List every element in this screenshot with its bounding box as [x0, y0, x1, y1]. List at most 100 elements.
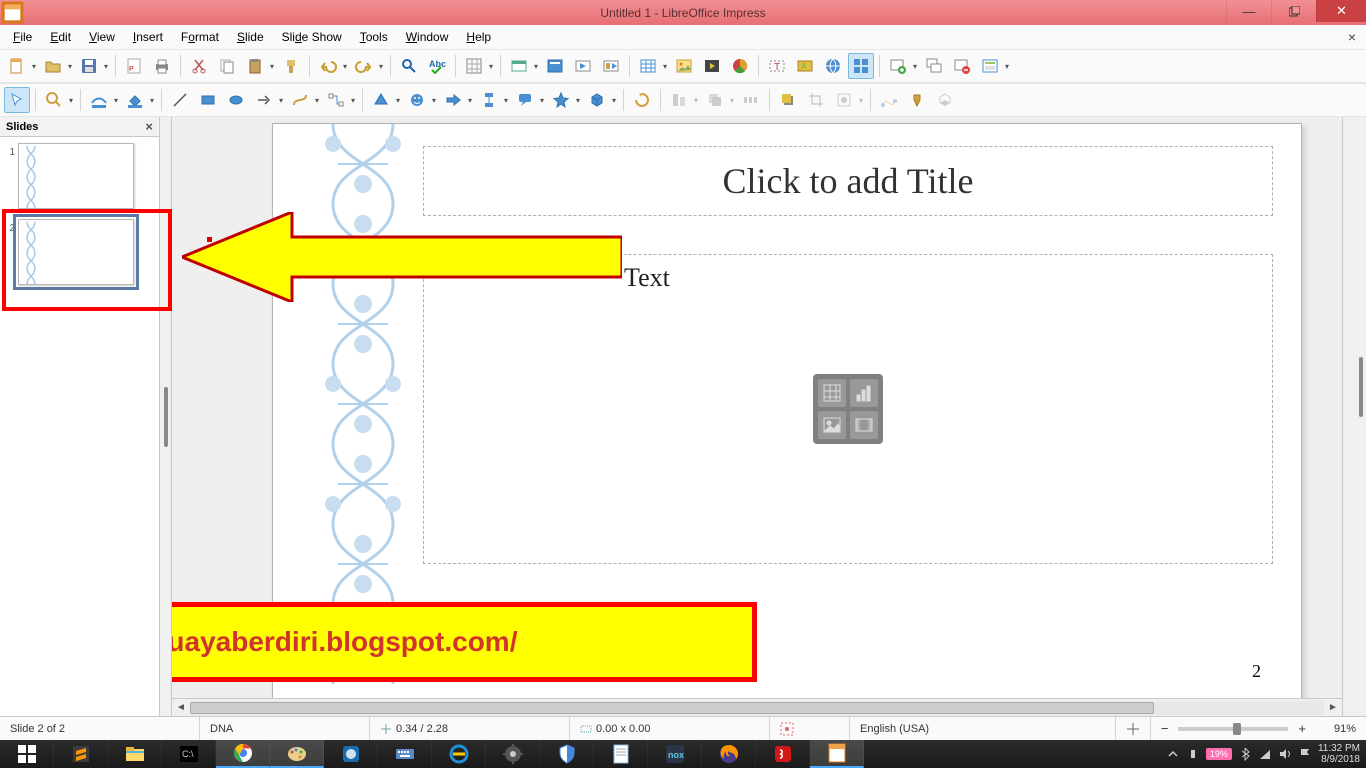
dropdown-icon[interactable]: ▾: [661, 62, 669, 71]
media-button[interactable]: [699, 53, 725, 79]
display-views-button[interactable]: [506, 53, 532, 79]
dropdown-icon[interactable]: ▾: [692, 96, 700, 105]
menu-slide[interactable]: Slide: [228, 27, 273, 47]
open-button[interactable]: [40, 53, 66, 79]
arrange-button[interactable]: [702, 87, 728, 113]
taskbar-firefox-icon[interactable]: [702, 740, 756, 768]
symbol-shapes-button[interactable]: [404, 87, 430, 113]
content-insert-grid[interactable]: [813, 374, 883, 444]
status-signature[interactable]: [770, 717, 850, 740]
taskbar-game-icon[interactable]: [756, 740, 810, 768]
slide-layout-button[interactable]: [977, 53, 1003, 79]
line-tool[interactable]: [167, 87, 193, 113]
taskbar-app-icon[interactable]: [324, 740, 378, 768]
minimize-button[interactable]: —: [1226, 0, 1271, 22]
menu-format[interactable]: Format: [172, 27, 228, 47]
clone-format-button[interactable]: [278, 53, 304, 79]
dropdown-icon[interactable]: ▾: [857, 96, 865, 105]
dropdown-icon[interactable]: ▾: [313, 96, 321, 105]
tray-bluetooth-icon[interactable]: [1238, 747, 1252, 761]
crop-button[interactable]: [803, 87, 829, 113]
taskbar-defender-icon[interactable]: [540, 740, 594, 768]
flowchart-button[interactable]: [476, 87, 502, 113]
new-doc-button[interactable]: [4, 53, 30, 79]
tray-flag-icon[interactable]: [1298, 747, 1312, 761]
find-button[interactable]: [396, 53, 422, 79]
curve-tool[interactable]: [287, 87, 313, 113]
menu-window[interactable]: Window: [397, 27, 458, 47]
taskbar-nox-icon[interactable]: nox: [648, 740, 702, 768]
taskbar-sublime-icon[interactable]: [54, 740, 108, 768]
filter-button[interactable]: [831, 87, 857, 113]
rotate-button[interactable]: [629, 87, 655, 113]
dropdown-icon[interactable]: ▾: [377, 62, 385, 71]
table-button[interactable]: [635, 53, 661, 79]
distribute-button[interactable]: [738, 87, 764, 113]
taskbar-cmd-icon[interactable]: C:\: [162, 740, 216, 768]
redo-button[interactable]: [351, 53, 377, 79]
spellcheck-button[interactable]: Abc: [424, 53, 450, 79]
dropdown-icon[interactable]: ▾: [1003, 62, 1011, 71]
image-button[interactable]: [671, 53, 697, 79]
dropdown-icon[interactable]: ▾: [532, 62, 540, 71]
horizontal-scrollbar[interactable]: ◄ ►: [172, 698, 1342, 716]
export-pdf-button[interactable]: P: [121, 53, 147, 79]
taskbar-notepad-icon[interactable]: [594, 740, 648, 768]
document-close-icon[interactable]: ×: [1342, 29, 1362, 45]
tray-network-icon[interactable]: [1258, 747, 1272, 761]
start-current-button[interactable]: [598, 53, 624, 79]
close-button[interactable]: ✕: [1316, 0, 1366, 22]
3d-objects-button[interactable]: [584, 87, 610, 113]
delete-slide-button[interactable]: [949, 53, 975, 79]
dropdown-icon[interactable]: ▾: [277, 96, 285, 105]
dropdown-icon[interactable]: ▾: [466, 96, 474, 105]
taskbar-keyboard-icon[interactable]: [378, 740, 432, 768]
dropdown-icon[interactable]: ▾: [430, 96, 438, 105]
chart-button[interactable]: [727, 53, 753, 79]
dropdown-icon[interactable]: ▾: [66, 62, 74, 71]
dropdown-icon[interactable]: ▾: [349, 96, 357, 105]
line-color-button[interactable]: [86, 87, 112, 113]
taskbar-paint-icon[interactable]: [270, 740, 324, 768]
menu-tools[interactable]: Tools: [351, 27, 397, 47]
new-slide-button[interactable]: [885, 53, 911, 79]
scroll-left-icon[interactable]: ◄: [172, 700, 190, 716]
dropdown-icon[interactable]: ▾: [911, 62, 919, 71]
undo-button[interactable]: [315, 53, 341, 79]
dropdown-icon[interactable]: ▾: [610, 96, 618, 105]
zoom-tool[interactable]: [41, 87, 67, 113]
shadow-button[interactable]: [775, 87, 801, 113]
start-button[interactable]: [0, 740, 54, 768]
maximize-button[interactable]: [1271, 0, 1316, 22]
fill-color-button[interactable]: [122, 87, 148, 113]
cut-button[interactable]: [186, 53, 212, 79]
panel-collapse-handle[interactable]: [160, 117, 172, 716]
ellipse-tool[interactable]: [223, 87, 249, 113]
duplicate-slide-button[interactable]: [921, 53, 947, 79]
taskbar-settings-icon[interactable]: [486, 740, 540, 768]
taskbar-ie-icon[interactable]: [432, 740, 486, 768]
status-language[interactable]: English (USA): [850, 717, 1116, 740]
callouts-button[interactable]: [512, 87, 538, 113]
menu-file[interactable]: File: [4, 27, 41, 47]
dropdown-icon[interactable]: ▾: [574, 96, 582, 105]
slides-panel-close-icon[interactable]: ×: [145, 119, 153, 134]
dropdown-icon[interactable]: ▾: [102, 62, 110, 71]
hyperlink-button[interactable]: [820, 53, 846, 79]
title-placeholder[interactable]: Click to add Title: [423, 146, 1273, 216]
dropdown-icon[interactable]: ▾: [728, 96, 736, 105]
insert-image-icon[interactable]: [818, 411, 846, 439]
block-arrows-button[interactable]: [440, 87, 466, 113]
stars-button[interactable]: [548, 87, 574, 113]
dropdown-icon[interactable]: ▾: [502, 96, 510, 105]
dropdown-icon[interactable]: ▾: [268, 62, 276, 71]
menu-edit[interactable]: Edit: [41, 27, 80, 47]
copy-button[interactable]: [214, 53, 240, 79]
select-tool[interactable]: [4, 87, 30, 113]
dropdown-icon[interactable]: ▾: [538, 96, 546, 105]
dropdown-icon[interactable]: ▾: [112, 96, 120, 105]
extrusion-button[interactable]: [932, 87, 958, 113]
taskbar-chrome-icon[interactable]: [216, 740, 270, 768]
tray-battery-icon[interactable]: 19%: [1206, 748, 1232, 760]
tray-volume-icon[interactable]: [1278, 747, 1292, 761]
